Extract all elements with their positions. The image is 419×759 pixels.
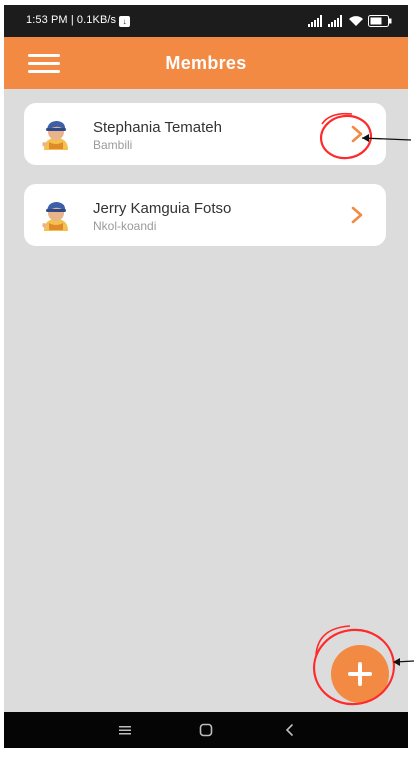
status-icons [308,13,392,29]
chevron-right-icon[interactable] [350,206,364,224]
member-card[interactable]: Jerry Kamguia Fotso Nkol-koandi [24,184,386,246]
phone-screen: 1:53 PM | 0.1KB/s ↓ Membres Stephania Te… [4,5,408,748]
page-title: Membres [165,53,247,73]
status-bar: 1:53 PM | 0.1KB/s ↓ [4,5,408,37]
download-icon: ↓ [119,16,131,27]
battery-icon [368,15,392,27]
system-nav-bar [4,712,408,748]
member-name: Stephania Temateh [93,119,222,136]
chevron-right-icon[interactable] [350,125,364,143]
back-icon[interactable] [282,722,298,738]
avatar-icon [42,121,68,150]
status-time: 1:53 PM | 0.1KB/s ↓ [26,14,131,27]
signal-icon [328,15,342,27]
member-card[interactable]: Stephania Temateh Bambili [24,103,386,165]
member-name: Jerry Kamguia Fotso [93,200,232,217]
member-location: Nkol-koandi [93,219,157,233]
member-location: Bambili [93,138,133,152]
avatar-icon [42,202,68,231]
signal-icon [308,15,322,27]
home-icon[interactable] [198,722,214,738]
add-member-button[interactable] [331,645,389,703]
menu-icon[interactable] [117,722,133,738]
wifi-icon [349,16,363,26]
plus-icon [348,662,372,686]
app-bar: Membres [4,37,408,89]
